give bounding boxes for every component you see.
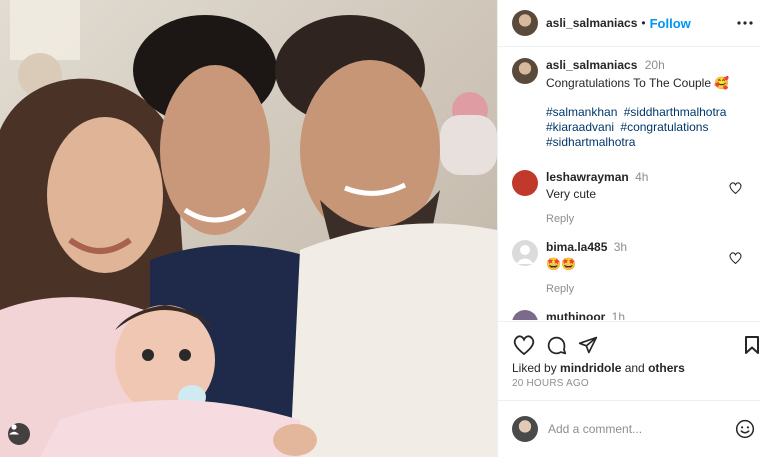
post-actions: Liked by mindridole and others 20 HOURS … xyxy=(498,321,760,408)
commenter-username[interactable]: leshawrayman xyxy=(546,170,629,184)
author-username[interactable]: asli_salmaniacs xyxy=(546,16,637,30)
heart-icon xyxy=(729,182,742,195)
post-side-panel: asli_salmaniacs • Follow asli_salmaniacs… xyxy=(497,0,760,457)
hashtag-link[interactable]: #siddharthmalhotra xyxy=(624,105,727,119)
tagged-user-button[interactable] xyxy=(8,423,30,445)
bookmark-icon xyxy=(745,336,759,354)
comment-icon xyxy=(547,336,566,354)
emoji-icon xyxy=(735,419,755,439)
caption-hashtags: #salmankhan #siddharthmalhotra #kiaraadv… xyxy=(546,105,751,150)
author-avatar[interactable] xyxy=(512,10,538,36)
commenter-username[interactable]: muthinoor xyxy=(546,310,605,320)
hashtag-link[interactable]: #kiaraadvani xyxy=(546,120,614,134)
heart-icon xyxy=(513,335,535,355)
share-button[interactable] xyxy=(576,333,600,357)
commenter-username[interactable]: bima.la485 xyxy=(546,240,607,254)
comment-text: 🤩🤩 xyxy=(546,257,576,271)
more-options-button[interactable] xyxy=(735,13,755,33)
comment-time: 3h xyxy=(613,240,628,254)
viewer-avatar[interactable] xyxy=(512,416,538,442)
comment-button[interactable] xyxy=(544,333,568,357)
likes-others[interactable]: others xyxy=(648,361,685,375)
caption-avatar[interactable] xyxy=(512,58,538,84)
comment-like-button[interactable] xyxy=(729,182,742,197)
action-icons xyxy=(512,333,760,357)
commenter-avatar[interactable] xyxy=(512,240,538,266)
share-icon xyxy=(578,336,598,354)
like-button[interactable] xyxy=(512,333,536,357)
liked-by-user[interactable]: mindridole xyxy=(560,361,621,375)
caption-text: Congratulations To The Couple 🥰 xyxy=(546,76,730,90)
caption-username[interactable]: asli_salmaniacs xyxy=(546,58,637,72)
save-button[interactable] xyxy=(740,333,760,357)
likes-summary: Liked by mindridole and others xyxy=(512,361,685,375)
follow-button[interactable]: Follow xyxy=(650,16,691,31)
post-photo[interactable] xyxy=(0,0,497,457)
heart-icon xyxy=(729,252,742,265)
tagged-user-icon xyxy=(9,424,19,435)
comment-time: 1h xyxy=(611,310,626,320)
comment-like-button[interactable] xyxy=(729,252,742,267)
add-comment-bar xyxy=(498,400,760,457)
reply-button[interactable]: Reply xyxy=(546,213,726,225)
add-comment-input[interactable] xyxy=(548,422,728,436)
comment-time: 4h xyxy=(635,170,649,184)
separator-dot: • xyxy=(641,16,646,30)
photo-illustration xyxy=(0,0,497,457)
hashtag-link[interactable]: #salmankhan xyxy=(546,105,617,119)
comments-list[interactable]: asli_salmaniacs 20h Congratulations To T… xyxy=(498,48,760,320)
likes-joiner: and xyxy=(621,361,649,375)
likes-prefix: Liked by xyxy=(512,361,561,375)
emoji-button[interactable] xyxy=(733,417,757,441)
caption-time: 20h xyxy=(644,58,665,72)
commenter-avatar[interactable] xyxy=(512,310,538,320)
more-options-icon xyxy=(737,21,753,25)
comment-text: Very cute xyxy=(546,187,597,201)
post-header: asli_salmaniacs • Follow xyxy=(498,0,760,47)
post-timestamp[interactable]: 20 HOURS AGO xyxy=(512,378,589,389)
hashtag-link[interactable]: #sidhartmalhotra xyxy=(546,135,635,149)
hashtag-link[interactable]: #congratulations xyxy=(620,120,708,134)
reply-button[interactable]: Reply xyxy=(546,283,726,295)
default-avatar-icon xyxy=(516,245,534,264)
commenter-avatar[interactable] xyxy=(512,170,538,196)
